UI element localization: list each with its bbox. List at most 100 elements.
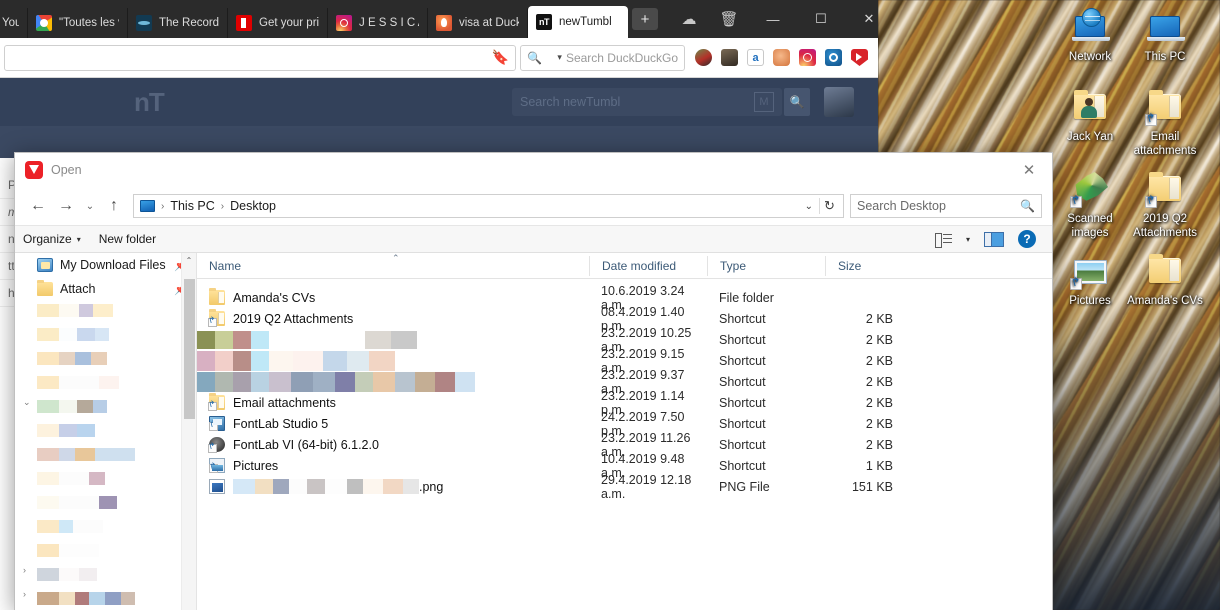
desktop-icon-jack-yan[interactable]: Jack Yan	[1050, 88, 1130, 144]
nav-item-my-download-files[interactable]: My Download Files 📌	[15, 253, 196, 277]
newtumbl-header: nT Search newTumbl M 🔍	[0, 78, 878, 126]
nav-item-label: My Download Files	[60, 258, 166, 272]
dialog-close-button[interactable]: ✕	[1012, 155, 1046, 185]
new-tab-button[interactable]: +	[632, 8, 658, 30]
scroll-up-icon[interactable]: ⌃	[182, 253, 196, 268]
owl-extension-icon[interactable]	[773, 49, 790, 66]
breadcrumb-separator: ›	[161, 200, 165, 212]
maximize-button[interactable]: ☐	[798, 0, 844, 38]
up-button[interactable]: ↑	[101, 193, 127, 219]
nav-pane-scrollbar[interactable]: ⌃	[181, 253, 196, 610]
column-header-type[interactable]: Type	[707, 255, 825, 276]
desktop-icon-amandas-cvs[interactable]: Amanda's CVs	[1125, 252, 1205, 308]
tab-toutes-les[interactable]: "Toutes les v	[28, 8, 128, 38]
nav-item-redacted[interactable]	[15, 373, 196, 397]
column-header-date-modified[interactable]: Date modified	[589, 255, 707, 276]
nav-item-redacted[interactable]	[15, 349, 196, 373]
view-mode-icon[interactable]	[934, 232, 952, 248]
file-name-cell: .png	[197, 479, 589, 494]
file-name-cell: FontLab Studio 5	[197, 416, 589, 431]
file-type-cell: Shortcut	[719, 416, 766, 431]
chevron-right-icon[interactable]: ›	[23, 565, 26, 575]
new-folder-button[interactable]: New folder	[99, 232, 156, 246]
bookmark-icon[interactable]: 🔖	[492, 49, 509, 66]
file-size-cell: 2 KB	[865, 416, 893, 431]
chevron-down-icon[interactable]: ▾	[557, 52, 562, 63]
file-size-cell: 2 KB	[865, 353, 893, 368]
column-header-size[interactable]: Size	[825, 255, 907, 276]
nav-item-redacted[interactable]: ›	[15, 589, 196, 610]
scrollbar-thumb[interactable]	[184, 279, 195, 419]
nav-item-redacted[interactable]	[15, 445, 196, 469]
desktop-icon-2019-q2-attachments[interactable]: 2019 Q2 Attachments	[1125, 170, 1205, 240]
breadcrumb-this-pc[interactable]: This PC	[170, 199, 214, 213]
dialog-navigation-bar: ← → ⌄ ↑ › This PC › Desktop ⌄ ↻ Search D…	[15, 187, 1052, 225]
tab-newtumbl[interactable]: nT newTumbl	[528, 6, 628, 38]
tab-label: The Record	[159, 17, 219, 29]
close-button[interactable]: ✕	[846, 0, 892, 38]
nav-item-redacted[interactable]	[15, 421, 196, 445]
nav-item-redacted[interactable]: ›	[15, 565, 196, 589]
cloud-sync-icon[interactable]: ☁	[670, 0, 708, 38]
mature-filter-badge[interactable]: M	[754, 92, 774, 112]
breadcrumb-desktop[interactable]: Desktop	[230, 199, 276, 213]
tab-get-your-pri[interactable]: Get your pri	[228, 8, 328, 38]
breadcrumb[interactable]: › This PC › Desktop ⌄ ↻	[133, 194, 844, 218]
nav-item-attach[interactable]: Attach 📌	[15, 277, 196, 301]
blue-extension-icon[interactable]	[825, 49, 842, 66]
chevron-down-icon[interactable]: ⌄	[23, 397, 31, 408]
tab-visa-at-duck[interactable]: visa at Duck	[428, 8, 528, 38]
desktop-icon-network[interactable]: Network	[1050, 8, 1130, 64]
tab-jessica[interactable]: J E S S I C A	[328, 8, 428, 38]
preview-pane-icon[interactable]	[984, 231, 1004, 247]
back-button[interactable]: ←	[25, 193, 51, 219]
nav-item-redacted[interactable]	[15, 493, 196, 517]
forward-button[interactable]: →	[53, 193, 79, 219]
video-download-extension-icon[interactable]	[851, 49, 868, 66]
file-name-cell-redacted	[197, 350, 589, 371]
nav-item-redacted[interactable]	[15, 325, 196, 349]
amazon-extension-icon[interactable]	[747, 49, 764, 66]
table-row[interactable]: .png 29.4.2019 12.18 a.m. PNG File 151 K…	[197, 473, 1052, 501]
desktop-icon-label: 2019 Q2 Attachments	[1133, 213, 1197, 239]
file-size-cell: 2 KB	[865, 332, 893, 347]
url-input[interactable]: 🔖	[4, 44, 516, 71]
nav-item-redacted[interactable]: ⌄	[15, 397, 196, 421]
trash-icon[interactable]: 🗑	[710, 0, 748, 38]
file-name: FontLab Studio 5	[233, 416, 329, 431]
nav-item-redacted[interactable]	[15, 541, 196, 565]
tab-youtube[interactable]: You	[0, 8, 28, 38]
dialog-search-input[interactable]: Search Desktop 🔍	[850, 194, 1042, 218]
newtumbl-logo[interactable]: nT	[134, 87, 165, 118]
minimize-button[interactable]: —	[750, 0, 796, 38]
desktop-icon-this-pc[interactable]: This PC	[1125, 8, 1205, 64]
search-input[interactable]: 🔍 ▾ Search DuckDuckGo	[520, 44, 685, 71]
organize-button[interactable]: Organize ▾	[23, 232, 81, 246]
extension-icon-bar	[689, 49, 874, 66]
newtumbl-avatar[interactable]	[824, 87, 854, 117]
help-icon[interactable]: ?	[1018, 230, 1036, 248]
breadcrumb-dropdown-icon[interactable]: ⌄	[799, 201, 819, 212]
refresh-icon[interactable]: ↻	[819, 198, 839, 214]
newtumbl-search-input[interactable]: Search newTumbl M	[512, 88, 782, 116]
nav-item-redacted[interactable]	[15, 301, 196, 325]
recent-locations-button[interactable]: ⌄	[81, 193, 99, 219]
chevron-right-icon[interactable]: ›	[23, 589, 26, 599]
camera-extension-icon[interactable]	[721, 49, 738, 66]
profile-avatar[interactable]	[695, 49, 712, 66]
newtumbl-search-button[interactable]: 🔍	[784, 88, 810, 116]
newtumbl-favicon: nT	[536, 14, 552, 30]
nav-item-redacted[interactable]	[15, 469, 196, 493]
desktop-icon-scanned-images[interactable]: Scanned images	[1050, 170, 1130, 240]
tab-the-record[interactable]: The Record	[128, 8, 228, 38]
view-dropdown-icon[interactable]: ▾	[966, 235, 970, 244]
file-name-cell-redacted	[197, 330, 589, 349]
nav-item-redacted[interactable]	[15, 517, 196, 541]
file-type-cell: Shortcut	[719, 437, 766, 452]
instagram-extension-icon[interactable]	[799, 49, 816, 66]
scanned-images-icon	[1068, 170, 1112, 210]
desktop-icon-pictures[interactable]: Pictures	[1050, 252, 1130, 308]
desktop-icon-email-attachments[interactable]: Email attachments	[1125, 88, 1205, 158]
nav-item-label: Attach	[60, 282, 96, 296]
amandas-cvs-folder-icon	[1143, 252, 1187, 292]
